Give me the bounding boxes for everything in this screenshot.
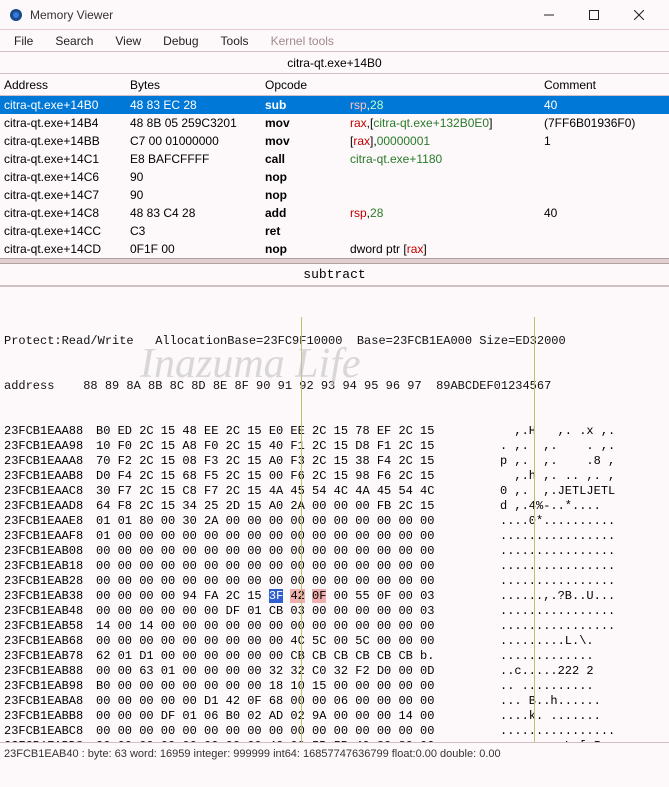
hex-row[interactable]: 23FCB1EABB800 00 00 DF 01 06 B0 02 AD 02… [4,709,665,724]
hex-row[interactable]: 23FCB1EAB8800 00 63 01 00 00 00 00 32 32… [4,664,665,679]
disasm-header: Address Bytes Opcode Comment [0,74,669,96]
hex-row[interactable]: 23FCB1EAB2800 00 00 00 00 00 00 00 00 00… [4,574,665,589]
hex-row[interactable]: 23FCB1EAB5814 00 14 00 00 00 00 00 00 00… [4,619,665,634]
maximize-button[interactable] [571,0,616,30]
hex-area[interactable]: Inazuma Life Protect:Read/Write Allocati… [0,286,669,742]
col-header-bytes[interactable]: Bytes [130,78,265,92]
menubar: File Search View Debug Tools Kernel tool… [0,30,669,52]
menu-kernel-tools[interactable]: Kernel tools [261,32,344,50]
disasm-row[interactable]: citra-qt.exe+14CCC3ret [0,222,669,240]
watermark: Inazuma Life [140,357,361,372]
close-button[interactable] [616,0,661,30]
hex-row[interactable]: 23FCB1EAA9810 F0 2C 15 A8 F0 2C 15 40 F1… [4,439,665,454]
window-title: Memory Viewer [30,8,526,22]
hex-columns-line: address 88 89 8A 8B 8C 8D 8E 8F 90 91 92… [4,379,665,394]
hex-row[interactable]: 23FCB1EAAA870 F2 2C 15 08 F3 2C 15 A0 F3… [4,454,665,469]
disasm-row[interactable]: citra-qt.exe+14B448 8B 05 259C3201movrax… [0,114,669,132]
hex-row[interactable]: 23FCB1EAB7862 01 D1 00 00 00 00 00 00 CB… [4,649,665,664]
menu-view[interactable]: View [105,32,151,50]
hex-row[interactable]: 23FCB1EAAB8D0 F4 2C 15 68 F5 2C 15 00 F6… [4,469,665,484]
disasm-row[interactable]: citra-qt.exe+14CD0F1F 00nopdword ptr [ra… [0,240,669,258]
col-header-opcode[interactable]: Opcode [265,78,350,92]
disasm-row[interactable]: citra-qt.exe+14B048 83 EC 28subrsp,2840 [0,96,669,114]
disasm-body[interactable]: citra-qt.exe+14B048 83 EC 28subrsp,2840c… [0,96,669,258]
hex-row[interactable]: 23FCB1EABD800 00 00 00 00 00 00 00 4C 00… [4,739,665,742]
hex-row[interactable]: 23FCB1EAB98B0 00 00 00 00 00 00 00 18 10… [4,679,665,694]
menu-tools[interactable]: Tools [211,32,259,50]
hex-row[interactable]: 23FCB1EABA800 00 00 00 00 D1 42 0F 68 00… [4,694,665,709]
menu-file[interactable]: File [4,32,43,50]
disasm-row[interactable]: citra-qt.exe+14C1E8 BAFCFFFFcallcitra-qt… [0,150,669,168]
hex-row[interactable]: 23FCB1EAB1800 00 00 00 00 00 00 00 00 00… [4,559,665,574]
hex-protect-line: Protect:Read/Write AllocationBase=23FC9F… [4,334,665,349]
hex-row[interactable]: 23FCB1EAAD864 F8 2C 15 34 25 2D 15 A0 2A… [4,499,665,514]
disasm-row[interactable]: citra-qt.exe+14C848 83 C4 28addrsp,2840 [0,204,669,222]
menu-search[interactable]: Search [45,32,103,50]
hex-row[interactable]: 23FCB1EAB6800 00 00 00 00 00 00 00 00 4C… [4,634,665,649]
col-header-address[interactable]: Address [0,78,130,92]
disasm-row[interactable]: citra-qt.exe+14C690nop [0,168,669,186]
hex-row[interactable]: 23FCB1EAA88B0 ED 2C 15 48 EE 2C 15 E0 EE… [4,424,665,439]
hex-row[interactable]: 23FCB1EAAC830 F7 2C 15 C8 F7 2C 15 4A 45… [4,484,665,499]
disasm-row[interactable]: citra-qt.exe+14C790nop [0,186,669,204]
hex-row[interactable]: 23FCB1EAB0800 00 00 00 00 00 00 00 00 00… [4,544,665,559]
address-bar[interactable]: citra-qt.exe+14B0 [0,52,669,74]
hex-row[interactable]: 23FCB1EAB4800 00 00 00 00 00 DF 01 CB 03… [4,604,665,619]
disasm-row[interactable]: citra-qt.exe+14BBC7 00 01000000mov[rax],… [0,132,669,150]
status-bar: 23FCB1EAB40 : byte: 63 word: 16959 integ… [0,742,669,764]
minimize-button[interactable] [526,0,571,30]
hex-row[interactable]: 23FCB1EAAE801 01 80 00 30 2A 00 00 00 00… [4,514,665,529]
hint-label: subtract [0,264,669,286]
menu-debug[interactable]: Debug [153,32,208,50]
titlebar: Memory Viewer [0,0,669,30]
hex-row[interactable]: 23FCB1EAB3800 00 00 00 94 FA 2C 15 3F 42… [4,589,665,604]
col-header-comment[interactable]: Comment [540,78,669,92]
app-icon [8,7,24,23]
hex-row[interactable]: 23FCB1EABC800 00 00 00 00 00 00 00 00 00… [4,724,665,739]
hex-row[interactable]: 23FCB1EAAF801 00 00 00 00 00 00 00 00 00… [4,529,665,544]
